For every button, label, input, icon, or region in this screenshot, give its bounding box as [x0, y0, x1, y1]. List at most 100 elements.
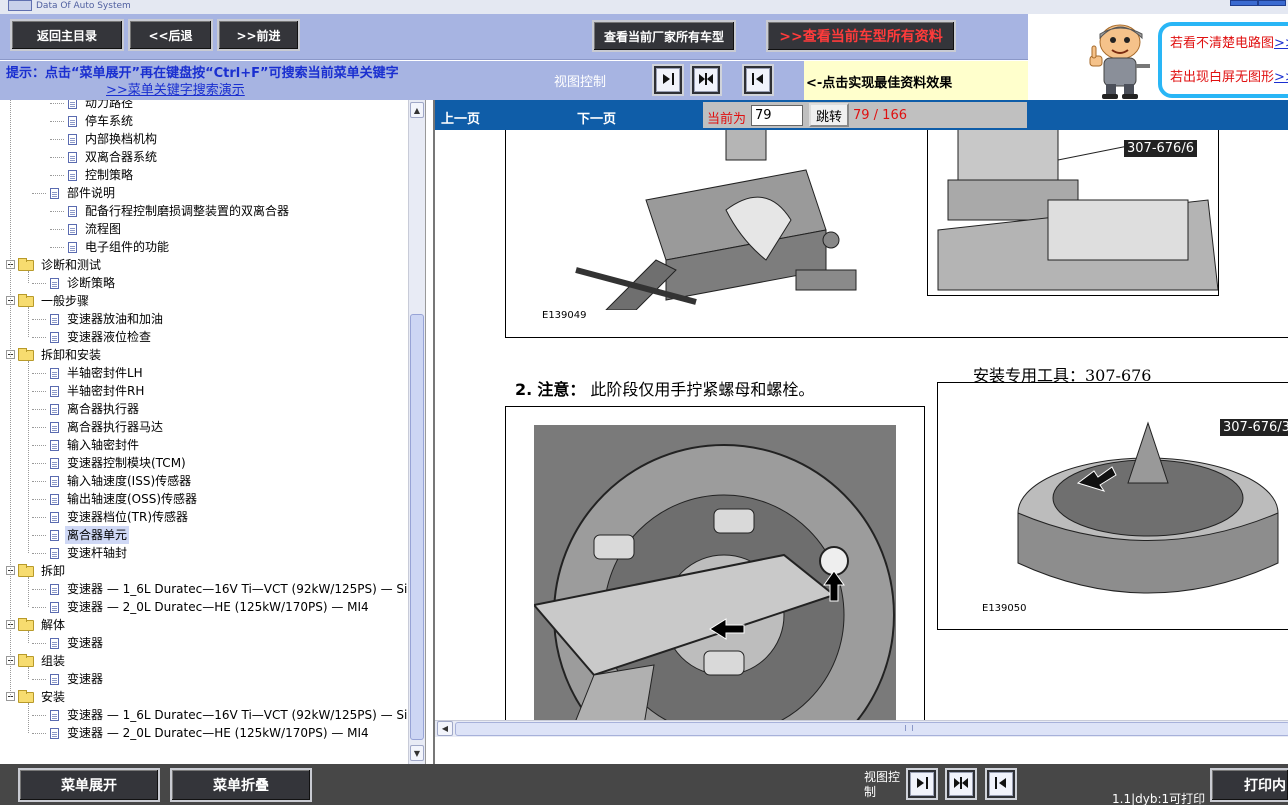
tree-item[interactable]: 动力路径	[68, 100, 135, 112]
window-maximize-button[interactable]	[1258, 0, 1286, 6]
view-fit-left-button[interactable]	[742, 64, 774, 96]
nav-toolbar: 返回主目录 <<后退 >>前进 查看当前厂家所有车型 >>查看当前车型所有资料	[0, 14, 1028, 60]
all-docs-button[interactable]: >>查看当前车型所有资料	[766, 20, 956, 52]
tree-item[interactable]: 半轴密封件LH	[50, 364, 145, 382]
tree-folder[interactable]: 诊断和测试	[6, 256, 103, 274]
menu-tree: 动力路径停车系统内部换档机构双离合器系统 控制策略部件说明配备行程控制磨损调整装置…	[0, 100, 408, 764]
tree-item[interactable]: 电子组件的功能	[68, 238, 171, 256]
document-icon	[50, 332, 59, 343]
scroll-down-icon[interactable]: ▼	[410, 745, 424, 761]
tree-folder[interactable]: 拆卸	[6, 562, 67, 580]
mascot-icon	[1086, 20, 1156, 100]
tree-item-label: 离合器执行器马达	[67, 420, 164, 434]
document-icon	[50, 584, 59, 595]
document-icon	[68, 100, 77, 109]
banner-link-1[interactable]: >>	[1274, 36, 1288, 51]
folder-open-icon	[18, 348, 34, 361]
banner-link-2[interactable]: >>	[1274, 70, 1288, 85]
tree-item-label: 双离合器系统	[85, 150, 158, 164]
doc-horizontal-scrollbar[interactable]: ◀	[435, 720, 1288, 737]
tree-item[interactable]: 双离合器系统	[68, 148, 159, 166]
tree-item[interactable]: 停车系统	[68, 112, 135, 130]
tree-item[interactable]: 变速器	[50, 634, 105, 652]
menu-expand-button[interactable]: 菜单展开	[18, 768, 160, 802]
search-demo-link[interactable]: >>菜单关键字搜索演示	[106, 79, 245, 98]
figure-1-callout: 307-676/6	[1124, 140, 1197, 157]
tree-item[interactable]: 流程图	[68, 220, 123, 238]
tree-item[interactable]: 部件说明	[50, 184, 117, 202]
banner-line-2: 若出现白屏无图形	[1170, 70, 1275, 85]
tree-item-label: 变速器档位(TR)传感器	[67, 510, 189, 524]
arrow-right-icon	[661, 72, 675, 89]
bottom-view-fit-right-button[interactable]	[906, 768, 938, 800]
hint-bar: 提示：点击“菜单展开”再在键盘按“Ctrl+F”可搜索当前菜单关键字 >>菜单关…	[0, 61, 1088, 100]
scroll-left-icon[interactable]: ◀	[437, 721, 453, 736]
tree-item[interactable]: 变速器 — 1_6L Duratec—16V Ti—VCT (92kW/125P…	[50, 580, 408, 598]
view-control-label: 视图控制	[554, 75, 607, 90]
page-number-input[interactable]	[751, 105, 803, 126]
tree-item[interactable]: 输入轴密封件	[50, 436, 141, 454]
tree-item-label: 控制策略	[85, 168, 134, 182]
tree-item-label: 停车系统	[85, 114, 134, 128]
bottom-view-fit-width-button[interactable]	[945, 768, 977, 800]
print-button[interactable]: 打印内	[1210, 768, 1288, 802]
next-page-link[interactable]: 下一页	[577, 108, 616, 127]
tree-folder[interactable]: 解体	[6, 616, 67, 634]
arrow-left-icon	[994, 776, 1008, 793]
window-minimize-button[interactable]	[1230, 0, 1258, 6]
back-button[interactable]: <<后退	[128, 19, 213, 51]
tree-item[interactable]: 变速器 — 1_6L Duratec—16V Ti—VCT (92kW/125P…	[50, 706, 408, 724]
tree-folder[interactable]: 拆卸和安装	[6, 346, 103, 364]
tree-item[interactable]: 诊断策略	[50, 274, 117, 292]
tree-item[interactable]: 控制策略	[68, 166, 135, 184]
tree-item[interactable]: 配备行程控制磨损调整装置的双离合器	[68, 202, 291, 220]
all-models-button[interactable]: 查看当前厂家所有车型	[592, 20, 736, 52]
home-button[interactable]: 返回主目录	[10, 19, 124, 51]
tree-item[interactable]: 输入轴速度(ISS)传感器	[50, 472, 193, 490]
tree-item[interactable]: 变速器控制模块(TCM)	[50, 454, 188, 472]
tree-item-label: 安装	[41, 690, 66, 704]
tree-item[interactable]: 离合器单元	[50, 526, 130, 544]
tree-item[interactable]: 离合器执行器马达	[50, 418, 165, 436]
tree-item[interactable]: 变速杆轴封	[50, 544, 129, 562]
tree-item-label: 配备行程控制磨损调整装置的双离合器	[85, 204, 290, 218]
tree-item[interactable]: 变速器液位检查	[50, 328, 153, 346]
document-icon	[50, 512, 59, 523]
prev-page-link[interactable]: 上一页	[441, 108, 480, 127]
banner-line-1: 若看不清楚电路图	[1170, 36, 1275, 51]
tree-folder[interactable]: 组装	[6, 652, 67, 670]
tree-scroll-thumb[interactable]	[410, 314, 424, 740]
tree-item[interactable]: 变速器	[50, 670, 105, 688]
tree-folder[interactable]: 安装	[6, 688, 67, 706]
forward-button[interactable]: >>前进	[217, 19, 300, 51]
view-fit-width-button[interactable]	[690, 64, 722, 96]
menu-collapse-button[interactable]: 菜单折叠	[170, 768, 312, 802]
folder-open-icon	[18, 690, 34, 703]
scroll-up-icon[interactable]: ▲	[410, 102, 424, 118]
title-strip: Data Of Auto System	[0, 0, 1288, 14]
document-icon	[50, 494, 59, 505]
view-fit-right-button[interactable]	[652, 64, 684, 96]
doc-scroll-thumb[interactable]	[455, 722, 1288, 736]
tree-item[interactable]: 变速器 — 2_0L Duratec—HE (125kW/170PS) — MI…	[50, 598, 371, 616]
tree-folder[interactable]: 一般步骤	[6, 292, 91, 310]
document-icon	[50, 674, 59, 685]
document-icon	[50, 404, 59, 415]
tree-item[interactable]: 变速器 — 2_0L Duratec—HE (125kW/170PS) — MI…	[50, 724, 371, 742]
tree-item[interactable]: 内部换档机构	[68, 130, 159, 148]
tree-item[interactable]: 变速器放油和加油	[50, 310, 165, 328]
tree-item-label: 诊断和测试	[41, 258, 102, 272]
tree-item-label: 部件说明	[67, 186, 116, 200]
tree-item[interactable]: 输出轴速度(OSS)传感器	[50, 490, 199, 508]
tree-item-label: 拆卸	[41, 564, 66, 578]
document-icon	[50, 458, 59, 469]
tree-item[interactable]: 半轴密封件RH	[50, 382, 146, 400]
tree-item[interactable]: 变速器档位(TR)传感器	[50, 508, 190, 526]
tree-item[interactable]: 离合器执行器	[50, 400, 141, 418]
document-panel: 上一页 下一页 当前为 跳转 79 / 166 E139049	[433, 100, 1288, 764]
jump-button[interactable]: 跳转	[809, 103, 849, 127]
bottom-view-fit-left-button[interactable]	[985, 768, 1017, 800]
tree-vertical-scrollbar[interactable]: ▲ ▼	[408, 100, 425, 764]
vise-illustration	[575, 130, 857, 310]
document-icon	[50, 386, 59, 397]
